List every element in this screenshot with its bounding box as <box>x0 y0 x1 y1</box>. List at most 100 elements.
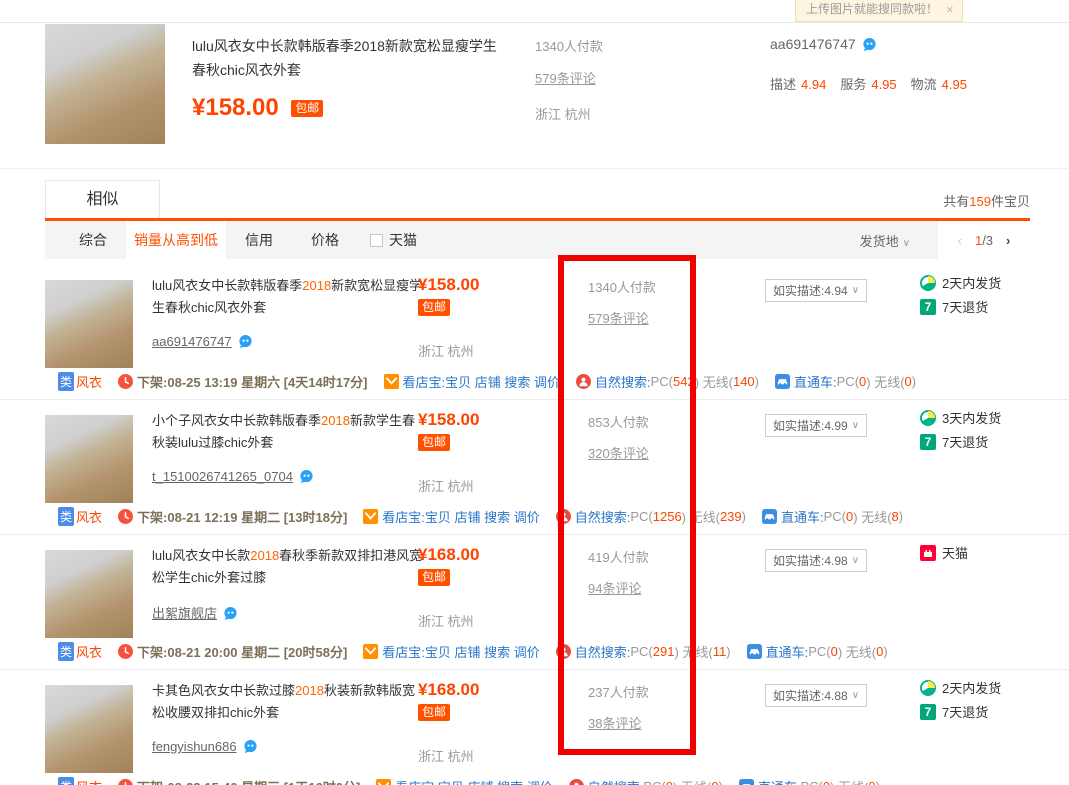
zhitongche-label[interactable]: 直通车: <box>766 642 809 661</box>
filter-bar: 综合 销量从高到低 信用 价格 天猫 发货地∨ ‹ 1/3 › <box>45 221 1030 259</box>
tmall-checkbox-label: 天猫 <box>389 230 417 250</box>
comments-link[interactable]: 38条评论 <box>588 713 641 732</box>
natural-pc-value: 0 <box>666 779 673 785</box>
return-7days-icon: 7 <box>920 299 936 315</box>
natural-pc-value: 291 <box>653 644 675 659</box>
pagination: ‹ 1/3 › <box>938 221 1030 259</box>
chevron-down-icon: ∨ <box>903 238 910 249</box>
close-icon[interactable]: × <box>946 2 954 17</box>
natural-end: ) <box>742 509 746 524</box>
seller-link[interactable]: aa691476747 <box>152 334 232 349</box>
product-title[interactable]: lulu风衣女中长款韩版春季2018新款宽松显瘦学生春秋chic风衣外套 <box>152 275 424 319</box>
filter-comprehensive[interactable]: 综合 <box>60 221 126 259</box>
location: 浙江 杭州 <box>418 476 568 495</box>
comments-link[interactable]: 94条评论 <box>588 578 641 597</box>
product-title[interactable]: lulu风衣女中长款2018春秋季新款双排扣港风宽松学生chic外套过膝 <box>152 545 424 589</box>
natural-pc-value: 542 <box>673 374 695 389</box>
product-row: 小个子风衣女中长款韩版春季2018新款学生春秋装lulu过膝chic外套 t_1… <box>0 400 1069 535</box>
category-link[interactable]: 风衣 <box>76 777 102 785</box>
product-row: lulu风衣女中长款韩版春季2018新款宽松显瘦学生春秋chic风衣外套 aa6… <box>0 265 1069 400</box>
kandianbao-links[interactable]: 看店宝:宝贝 店铺 搜索 调价 <box>382 507 539 526</box>
rating-select[interactable]: 如实描述:4.98∨ <box>765 549 867 572</box>
natural-search-icon <box>556 644 571 659</box>
prev-page-button[interactable]: ‹ <box>958 233 962 248</box>
product-thumbnail[interactable] <box>45 24 165 144</box>
comments-link[interactable]: 579条评论 <box>588 308 649 327</box>
seller-link[interactable]: fengyishun686 <box>152 739 237 754</box>
chevron-down-icon: ∨ <box>852 690 859 701</box>
zhitongche-label[interactable]: 直通车: <box>794 372 837 391</box>
comments-link[interactable]: 320条评论 <box>588 443 649 462</box>
page: lulu风衣女中长款韩版春季2018新款宽松显瘦学生春秋chic风衣外套 ¥15… <box>0 0 1069 785</box>
kandianbao-links[interactable]: 看店宝:宝贝 店铺 搜索 调价 <box>395 777 552 785</box>
wangwang-icon[interactable] <box>238 334 253 349</box>
seller-link[interactable]: 出絮旗舰店 <box>152 606 217 621</box>
filter-price[interactable]: 价格 <box>292 221 358 259</box>
ztc-pc-prefix: PC( <box>824 509 846 524</box>
natural-wireless-value: 11 <box>713 644 727 659</box>
location: 浙江 杭州 <box>418 611 568 630</box>
payments-count: 1340人付款 <box>535 36 603 55</box>
natural-mid: ) 无线( <box>674 642 712 661</box>
ztc-pc-value: 0 <box>846 509 853 524</box>
product-thumbnail[interactable] <box>45 550 133 638</box>
rating-select[interactable]: 如实描述:4.99∨ <box>765 414 867 437</box>
ztc-end: ) <box>876 779 880 785</box>
tab-similar[interactable]: 相似 <box>45 180 160 219</box>
product-thumbnail[interactable] <box>45 415 133 503</box>
wangwang-icon[interactable] <box>223 606 238 621</box>
offshelf-time: 下架:08-21 12:19 星期二 [13时18分] <box>137 507 347 526</box>
ship-from-dropdown[interactable]: 发货地∨ <box>860 231 910 250</box>
rating-select[interactable]: 如实描述:4.94∨ <box>765 279 867 302</box>
rating-select-value: 如实描述:4.98 <box>773 552 848 569</box>
ztc-pc-value: 0 <box>831 644 838 659</box>
price: ¥158.00 <box>192 94 279 121</box>
product-thumbnail[interactable] <box>45 280 133 368</box>
product-thumbnail[interactable] <box>45 685 133 773</box>
seller-link[interactable]: t_1510026741265_0704 <box>152 469 293 484</box>
category-link[interactable]: 风衣 <box>76 507 102 526</box>
total-suffix: 件宝贝 <box>991 194 1030 209</box>
ztc-wireless-value: 0 <box>876 644 883 659</box>
kandianbao-links[interactable]: 看店宝:宝贝 店铺 搜索 调价 <box>382 642 539 661</box>
wangwang-icon[interactable] <box>243 739 258 754</box>
filter-credit[interactable]: 信用 <box>226 221 292 259</box>
product-row: 卡其色风衣女中长款过膝2018秋装新款韩版宽松收腰双排扣chic外套 fengy… <box>0 670 1069 785</box>
free-shipping-badge: 包邮 <box>418 434 450 451</box>
free-shipping-badge: 包邮 <box>291 100 323 117</box>
ztc-mid: ) 无线( <box>866 372 904 391</box>
natural-search-icon <box>576 374 591 389</box>
zhitongche-label[interactable]: 直通车: <box>781 507 824 526</box>
location: 浙江 杭州 <box>418 746 568 765</box>
category-type-badge: 类 <box>58 777 74 785</box>
kandianbao-icon <box>363 644 378 659</box>
category-link[interactable]: 风衣 <box>76 372 102 391</box>
category-link[interactable]: 风衣 <box>76 642 102 661</box>
product-title[interactable]: 小个子风衣女中长款韩版春季2018新款学生春秋装lulu过膝chic外套 <box>152 410 424 454</box>
filter-sales-desc[interactable]: 销量从高到低 <box>126 221 226 259</box>
wangwang-icon[interactable] <box>299 469 314 484</box>
natural-search-label[interactable]: 自然搜索: <box>588 777 644 785</box>
comments-link[interactable]: 579条评论 <box>535 68 596 87</box>
rating-logistics-value: 4.95 <box>942 77 967 92</box>
zhitongche-label[interactable]: 直通车: <box>758 777 801 785</box>
rating-desc-value: 4.94 <box>801 77 826 92</box>
natural-search-label[interactable]: 自然搜索: <box>575 642 631 661</box>
natural-search-label[interactable]: 自然搜索: <box>575 507 631 526</box>
service-badges: 3天内发货 7 7天退货 <box>920 408 1001 451</box>
title-text: lulu风衣女中长款 <box>152 548 250 563</box>
checkbox-icon[interactable] <box>370 234 383 247</box>
product-title[interactable]: 卡其色风衣女中长款过膝2018秋装新款韩版宽松收腰双排扣chic外套 <box>152 680 424 724</box>
seller-name[interactable]: aa691476747 <box>770 36 856 52</box>
tmall-checkbox[interactable]: 天猫 <box>370 230 417 250</box>
rating-select[interactable]: 如实描述:4.88∨ <box>765 684 867 707</box>
total-pages: /3 <box>982 233 993 248</box>
natural-search-label[interactable]: 自然搜索: <box>595 372 651 391</box>
service-label: 7天退货 <box>942 702 988 721</box>
payments-count: 853人付款 <box>588 412 649 431</box>
page-title: lulu风衣女中长款韩版春季2018新款宽松显瘦学生春秋chic风衣外套 <box>192 34 504 82</box>
wangwang-icon[interactable] <box>862 37 877 52</box>
location: 浙江 杭州 <box>535 104 603 123</box>
kandianbao-links[interactable]: 看店宝:宝贝 店铺 搜索 调价 <box>403 372 560 391</box>
next-page-button[interactable]: › <box>1006 233 1010 248</box>
